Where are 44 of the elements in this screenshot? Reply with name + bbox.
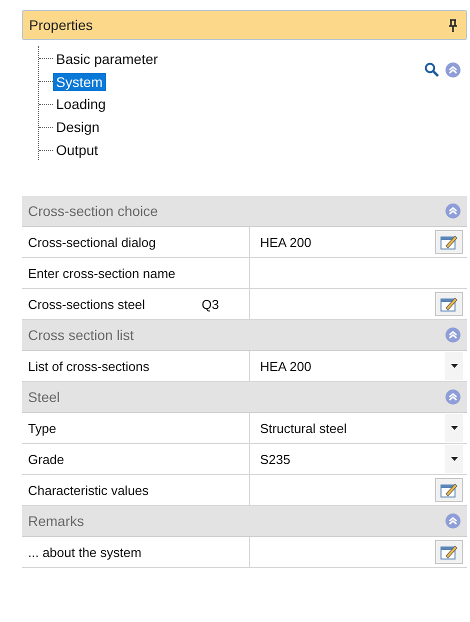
edit-button[interactable] [435, 478, 463, 502]
tree-item[interactable]: Basic parameter [53, 50, 161, 68]
dropdown-button[interactable] [445, 445, 463, 473]
property-value: HEA 200 [260, 234, 312, 250]
property-label: List of cross-sections [28, 358, 150, 374]
property-label: Cross-sectional dialog [28, 234, 156, 250]
tree-item[interactable]: Design [53, 118, 103, 136]
section-title: Cross-section choice [28, 203, 158, 219]
property-label: Type [28, 420, 56, 436]
section-title: Remarks [28, 513, 84, 529]
tree-item[interactable]: Output [53, 141, 102, 160]
edit-icon [440, 234, 458, 250]
property-label: ... about the system [28, 544, 142, 560]
edit-button[interactable] [435, 230, 463, 254]
property-label: Grade [28, 452, 64, 466]
property-value: HEA 200 [260, 358, 312, 374]
property-label: Characteristic values [28, 482, 149, 498]
property-label: Cross-sections steel [28, 296, 146, 312]
property-suffix: Q3 [202, 296, 219, 312]
caret-icon [450, 364, 458, 368]
property-value: Structural steel [260, 420, 347, 436]
collapse-icon[interactable] [445, 62, 461, 78]
edit-button[interactable] [435, 540, 463, 564]
collapse-icon[interactable] [445, 513, 461, 529]
tree-item[interactable]: System [53, 72, 106, 91]
caret-icon [450, 426, 458, 430]
edit-icon [440, 296, 458, 312]
collapse-icon[interactable] [445, 389, 461, 405]
section-title: Steel [28, 389, 60, 405]
dropdown-button[interactable] [445, 414, 463, 442]
panel-title: Properties [29, 17, 93, 33]
section-title: Cross section list [28, 327, 134, 343]
search-icon[interactable] [424, 62, 439, 77]
edit-icon [440, 482, 458, 498]
edit-icon [440, 544, 458, 560]
collapse-icon[interactable] [445, 203, 461, 219]
collapse-icon[interactable] [445, 327, 461, 343]
caret-icon [450, 457, 458, 461]
dropdown-button[interactable] [445, 352, 463, 380]
edit-button[interactable] [435, 292, 463, 316]
property-value: S235 [260, 452, 290, 466]
property-label: Enter cross-section name [28, 266, 176, 280]
tree-item[interactable]: Loading [53, 95, 109, 114]
pin-icon[interactable] [448, 18, 458, 32]
